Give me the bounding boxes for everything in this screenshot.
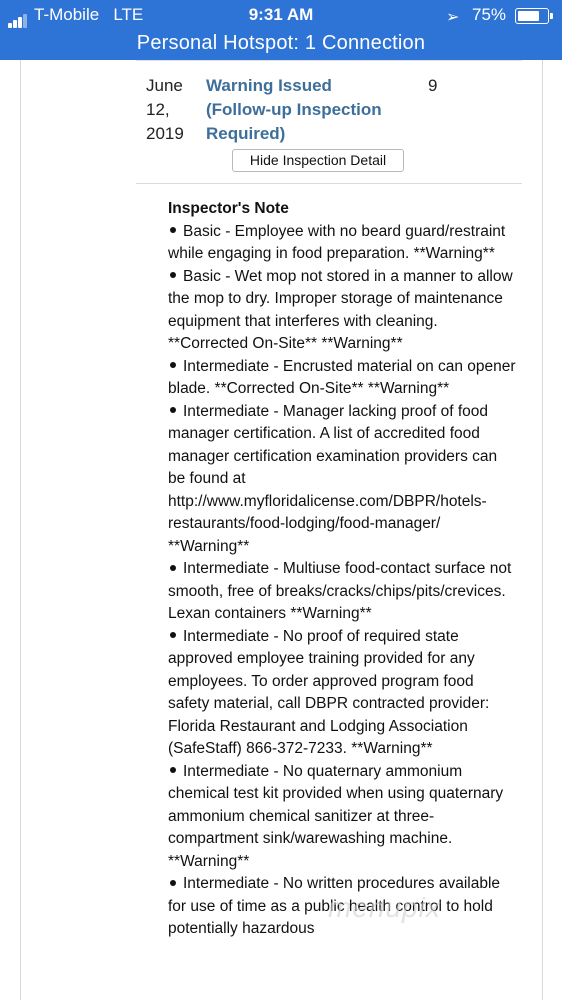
date-month: June [146,76,183,95]
bullet-icon [170,767,176,774]
result-line-3: Required) [206,124,286,143]
violation-text: Intermediate - No proof of required stat… [168,627,490,758]
bullet-icon [170,632,176,639]
watermark-logo: menupix [328,892,441,923]
hotspot-banner[interactable]: Personal Hotspot: 1 Connection [0,32,562,55]
inspection-date: June 12, 2019 [146,74,202,146]
violation-list: Basic - Employee with no beard guard/res… [168,221,518,941]
inspector-note: Inspector's Note Basic - Employee with n… [168,198,518,941]
frame-border-left [20,60,21,1000]
battery-percent: 75% [472,5,507,24]
violation-item: Basic - Wet mop not stored in a manner t… [168,266,518,356]
bullet-icon [170,362,176,369]
result-line-2: (Follow-up Inspection [206,100,382,119]
bullet-icon [170,564,176,571]
ios-status-bar: T-Mobile LTE 9:31 AM ➢ 75% Personal Hots… [0,0,562,60]
date-year: 2019 [146,124,184,143]
violation-item: Intermediate - No quaternary ammonium ch… [168,761,518,874]
violation-text: Intermediate - Encrusted material on can… [168,357,516,398]
frame-border-right [542,60,543,1000]
hide-inspection-detail-button[interactable]: Hide Inspection Detail [232,149,404,172]
table-divider-top [136,60,522,61]
bullet-icon [170,227,176,234]
inspection-result[interactable]: Warning Issued (Follow-up Inspection Req… [206,74,406,146]
violation-item: Intermediate - Manager lacking proof of … [168,401,518,559]
violation-text: Intermediate - No quaternary ammonium ch… [168,762,504,870]
violation-text: Intermediate - Manager lacking proof of … [168,402,498,555]
bullet-icon [170,407,176,414]
violation-item: Intermediate - Multiuse food-contact sur… [168,558,518,626]
table-divider [136,183,522,184]
violation-count: 9 [428,76,438,95]
result-line-1: Warning Issued [206,76,332,95]
violation-item: Intermediate - No proof of required stat… [168,626,518,761]
battery-icon [515,8,553,24]
violation-item: Intermediate - Encrusted material on can… [168,356,518,401]
bullet-icon [170,879,176,886]
violation-item: Basic - Employee with no beard guard/res… [168,221,518,266]
violation-text: Intermediate - Multiuse food-contact sur… [168,560,512,622]
violation-text: Basic - Employee with no beard guard/res… [168,222,506,263]
bullet-icon [170,272,176,279]
page-content: June 12, 2019 Warning Issued (Follow-up … [0,60,562,1000]
date-day: 12, [146,100,170,119]
status-row: T-Mobile LTE 9:31 AM ➢ 75% [0,5,562,28]
note-title: Inspector's Note [168,200,289,217]
violation-text: Basic - Wet mop not stored in a manner t… [168,267,513,353]
location-arrow-icon: ➢ [446,9,460,26]
